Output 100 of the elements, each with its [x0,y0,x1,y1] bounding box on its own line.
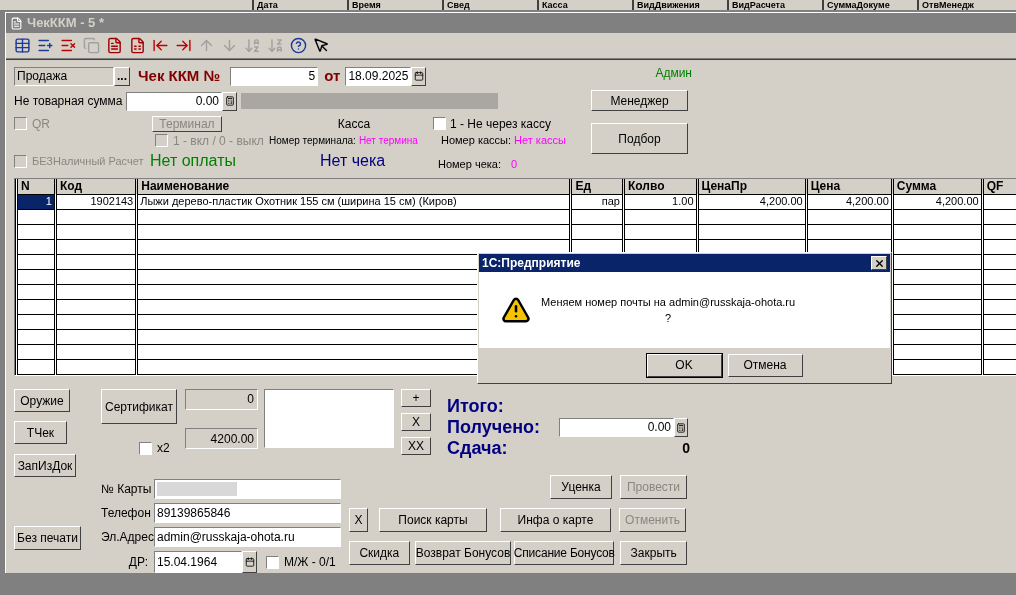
checkbox[interactable] [139,441,152,455]
table-cell: пар [570,194,624,209]
list-x-icon[interactable] [60,37,77,54]
warning-icon [501,295,531,325]
column-header: ВидДвижения [632,0,727,10]
receipt-number: 0 [511,156,518,172]
manager-button[interactable]: Менеджер [591,90,688,111]
window-title: ЧекККМ - 5 * [27,14,105,33]
kassa-value: Нет кассы [514,133,566,149]
table-cell: 4,200.00 [806,194,893,209]
field-label: Номер терминала: [269,134,356,148]
checkbox-label: QR [32,115,50,133]
small-button[interactable]: XX [401,437,431,455]
dialog-message: Меняем номер почты на admin@russkaja-ohota.ru [541,294,796,310]
table-cell: 1902143 [55,194,137,209]
spreadsheet-icon[interactable] [129,37,146,54]
close-button[interactable] [871,256,887,270]
field-label: Номер кассы: [441,133,512,149]
small-button[interactable]: + [401,389,431,407]
action-button[interactable]: X [349,508,368,532]
column-header[interactable]: Наименование [136,179,571,194]
calendar-icon [244,557,255,567]
dialog-button[interactable]: Отмена [727,353,803,377]
small-button[interactable]: X [401,413,431,431]
column-header[interactable]: Сумма [892,179,983,194]
field-label: Не товарная сумма [14,93,124,110]
card-number-field[interactable] [154,479,341,499]
table-cell: 4,200.00 [892,194,983,209]
arrow-right-icon[interactable] [175,37,192,54]
calculator-button[interactable] [222,91,237,111]
checkbox-label: 1 - Не через кассу [450,115,552,133]
document-label: Чек ККМ № [138,65,221,86]
date-field[interactable]: 18.09.2025 [345,66,412,86]
column-header[interactable]: Код [55,179,137,194]
checkbox-label: x2 [157,440,170,457]
action-button[interactable]: Скидка [349,541,410,565]
column-header[interactable]: N [16,179,56,194]
ellipsis-button[interactable]: ... [114,66,130,86]
payment-status: Нет оплаты [150,151,237,171]
column-header: Время [347,0,442,10]
certificate-amount-field: 4200.00 [185,428,258,449]
action-button[interactable]: Закрыть [620,541,687,565]
dialog-button[interactable]: OK [646,353,722,377]
sum-field[interactable]: 0.00 [126,91,222,111]
section-title: Касса [337,115,371,133]
terminal-value: Нет термина [358,134,418,148]
change-label: Сдача: [447,438,508,459]
checkbox-label: 1 - вкл / 0 - выкл [173,132,264,150]
total-label: Итого: [447,396,505,417]
operation-field[interactable]: Продажа [14,66,114,86]
close-icon [873,257,885,269]
selection-button[interactable]: Подбор [591,123,688,154]
help-icon[interactable] [290,37,307,54]
calculator-button[interactable] [674,418,688,437]
dialog-title: 1С:Предприятие [482,255,581,272]
action-button[interactable]: Поиск карты [379,508,487,532]
no-print-button[interactable]: Без печати [14,526,81,550]
dialog-question: ? [665,311,672,326]
user-name: Админ [655,65,692,82]
checkbox[interactable] [266,555,279,569]
receipt-button[interactable]: ТЧек [14,421,67,444]
table-cell: 4,200.00 [697,194,807,209]
birth-date-field[interactable]: 15.04.1964 [154,551,242,573]
arrow-left-icon[interactable] [152,37,169,54]
column-header[interactable]: Ед [570,179,624,194]
email-field[interactable]: admin@russkaja-ohota.ru [154,527,341,547]
column-header[interactable]: QF [982,179,1016,194]
number-field[interactable]: 5 [230,66,319,86]
document-icon [10,16,23,30]
column-header[interactable]: Цена [806,179,893,194]
certificate-button[interactable]: Сертификат [101,389,177,424]
document-icon[interactable] [106,37,123,54]
checkbox[interactable] [433,117,446,130]
calendar-button[interactable] [411,66,427,86]
checkbox-label: М/Ж - 0/1 [284,554,336,571]
phone-field[interactable]: 89139865846 [154,503,341,523]
calculator-icon [224,96,235,106]
action-button[interactable]: Уценка [550,475,612,499]
load-from-document-button[interactable]: ЗапИзДок [14,454,76,477]
text-area[interactable] [264,389,394,448]
checkbox-label: БЕЗНаличный Расчет [32,153,144,169]
field-label: ДР: [127,554,149,571]
column-header[interactable]: ЦенаПр [697,179,807,194]
field-label: № Карты [101,481,153,498]
received-field[interactable]: 0.00 [559,418,674,437]
weapon-button[interactable]: Оружие [14,389,70,412]
list-plus-icon[interactable] [37,37,54,54]
action-button[interactable]: Инфа о карте [500,508,611,532]
change-value: 0 [682,439,690,458]
pointer-icon[interactable] [313,37,330,54]
table-cell: Лыжи дерево-пластик Охотник 155 см (ширина 15 см) (Киров) [136,194,571,209]
column-header: СуммаДокуме [822,0,917,10]
table-cell: 1.00 [623,194,698,209]
column-header[interactable]: Колво [623,179,698,194]
action-button[interactable]: Возврат Бонусов [414,541,512,565]
calendar-button[interactable] [242,551,257,573]
table-icon[interactable] [14,37,31,54]
column-header: ОтвМенедж [917,0,1012,10]
calculator-icon [676,422,686,433]
column-header: Дата [252,0,347,10]
